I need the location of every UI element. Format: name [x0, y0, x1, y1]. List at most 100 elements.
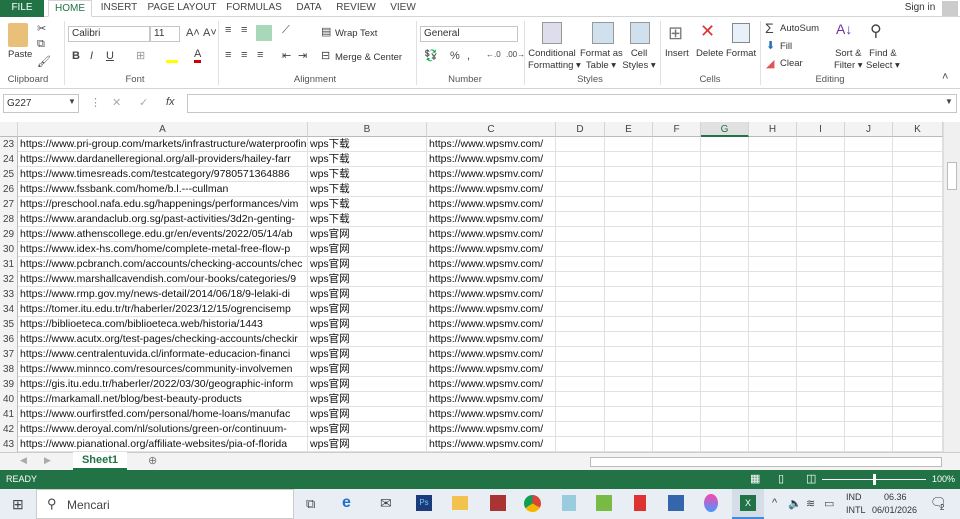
cell-c[interactable]: https://www.wpsmv.com/	[427, 407, 556, 421]
empty-cell[interactable]	[797, 242, 845, 256]
row-header[interactable]: 38	[0, 362, 18, 377]
row-header[interactable]: 39	[0, 377, 18, 392]
empty-cell[interactable]	[653, 182, 701, 196]
format-cells-icon[interactable]	[732, 23, 750, 43]
cell-c[interactable]: https://www.wpsmv.com/	[427, 362, 556, 376]
empty-cell[interactable]	[605, 197, 653, 211]
font-size-select[interactable]: 11	[150, 26, 180, 42]
cell-a[interactable]: https://www.pri-group.com/markets/infras…	[18, 137, 308, 151]
cell-a[interactable]: https://www.centralentuvida.cl/informate…	[18, 347, 308, 361]
empty-cell[interactable]	[845, 272, 893, 286]
empty-cell[interactable]	[556, 407, 605, 421]
italic-button[interactable]: I	[90, 50, 93, 62]
format-as-table-button[interactable]: Format as Table ▾	[580, 48, 623, 72]
empty-cell[interactable]	[797, 182, 845, 196]
empty-cell[interactable]	[653, 332, 701, 346]
paste-icon[interactable]	[8, 23, 28, 47]
format-painter-icon[interactable]: 🖌	[37, 55, 51, 68]
empty-cell[interactable]	[797, 317, 845, 331]
cell-b[interactable]: wps下载	[308, 167, 427, 181]
conditional-formatting-button[interactable]: Conditional Formatting ▾	[528, 48, 581, 72]
app-icon-2[interactable]	[634, 495, 646, 511]
cell-a[interactable]: https://tomer.itu.edu.tr/tr/haberler/202…	[18, 302, 308, 316]
tab-formulas[interactable]: FORMULAS	[224, 0, 284, 17]
find-binoculars-icon[interactable]: ⚲	[870, 21, 882, 41]
empty-cell[interactable]	[701, 152, 749, 166]
row-header[interactable]: 40	[0, 392, 18, 407]
cell-c[interactable]: https://www.wpsmv.com/	[427, 437, 556, 451]
empty-cell[interactable]	[653, 167, 701, 181]
clock-date[interactable]: 06/01/2026	[872, 505, 917, 515]
underline-button[interactable]: U	[106, 50, 114, 62]
horizontal-scrollbar[interactable]	[590, 457, 942, 467]
empty-cell[interactable]	[893, 137, 943, 151]
empty-cell[interactable]	[701, 407, 749, 421]
empty-cell[interactable]	[605, 377, 653, 391]
decrease-font-icon[interactable]: A˅	[203, 27, 217, 39]
empty-cell[interactable]	[797, 272, 845, 286]
row-header[interactable]: 23	[0, 137, 18, 152]
cell-b[interactable]: wps官网	[308, 287, 427, 301]
empty-cell[interactable]	[701, 272, 749, 286]
empty-cell[interactable]	[701, 182, 749, 196]
font-name-select[interactable]: Calibri	[68, 26, 150, 42]
cell-c[interactable]: https://www.wpsmv.com/	[427, 422, 556, 436]
cell-b[interactable]: wps官网	[308, 302, 427, 316]
empty-cell[interactable]	[845, 362, 893, 376]
empty-cell[interactable]	[845, 167, 893, 181]
empty-cell[interactable]	[605, 212, 653, 226]
cell-b[interactable]: wps官网	[308, 257, 427, 271]
cell-a[interactable]: https://www.idex-hs.com/home/complete-me…	[18, 242, 308, 256]
increase-font-icon[interactable]: A˄	[186, 27, 200, 39]
empty-cell[interactable]	[701, 347, 749, 361]
formula-input[interactable]	[187, 94, 957, 113]
cell-a[interactable]: https://www.deroyal.com/nl/solutions/gre…	[18, 422, 308, 436]
select-all-corner[interactable]	[0, 122, 18, 137]
empty-cell[interactable]	[701, 227, 749, 241]
empty-cell[interactable]	[749, 167, 797, 181]
row-header[interactable]: 26	[0, 182, 18, 197]
empty-cell[interactable]	[653, 197, 701, 211]
collapse-ribbon-icon[interactable]: ˄	[942, 71, 948, 83]
empty-cell[interactable]	[605, 317, 653, 331]
zoom-level[interactable]: 100%	[932, 474, 955, 484]
row-header[interactable]: 32	[0, 272, 18, 287]
empty-cell[interactable]	[653, 362, 701, 376]
empty-cell[interactable]	[653, 212, 701, 226]
input-lang-2[interactable]: INTL	[846, 505, 866, 515]
vertical-scrollbar[interactable]	[943, 122, 960, 452]
conditional-formatting-icon[interactable]	[542, 22, 562, 44]
excel-taskbar-button[interactable]: X	[732, 489, 764, 519]
empty-cell[interactable]	[701, 257, 749, 271]
empty-cell[interactable]	[556, 212, 605, 226]
empty-cell[interactable]	[845, 392, 893, 406]
column-header-a[interactable]: A	[18, 122, 308, 137]
empty-cell[interactable]	[749, 437, 797, 451]
tab-view[interactable]: VIEW	[386, 0, 420, 17]
empty-cell[interactable]	[653, 242, 701, 256]
empty-cell[interactable]	[701, 302, 749, 316]
empty-cell[interactable]	[653, 227, 701, 241]
row-header[interactable]: 27	[0, 197, 18, 212]
comma-style-button[interactable]: ,	[467, 50, 470, 62]
empty-cell[interactable]	[556, 182, 605, 196]
cell-c[interactable]: https://www.wpsmv.com/	[427, 287, 556, 301]
empty-cell[interactable]	[797, 302, 845, 316]
cell-b[interactable]: wps官网	[308, 407, 427, 421]
accounting-format-icon[interactable]: 💱	[424, 49, 438, 62]
cell-b[interactable]: wps官网	[308, 332, 427, 346]
empty-cell[interactable]	[749, 197, 797, 211]
empty-cell[interactable]	[893, 227, 943, 241]
sort-filter-icon[interactable]: A↓	[836, 21, 852, 37]
empty-cell[interactable]	[749, 152, 797, 166]
empty-cell[interactable]	[845, 422, 893, 436]
empty-cell[interactable]	[797, 212, 845, 226]
empty-cell[interactable]	[893, 437, 943, 451]
network-app-icon[interactable]	[668, 495, 684, 511]
empty-cell[interactable]	[556, 392, 605, 406]
align-center-icon[interactable]: ≡	[241, 49, 247, 61]
cell-styles-button[interactable]: Cell Styles ▾	[622, 48, 656, 72]
empty-cell[interactable]	[701, 362, 749, 376]
cell-b[interactable]: wps官网	[308, 422, 427, 436]
tab-home[interactable]: HOME	[48, 0, 92, 17]
